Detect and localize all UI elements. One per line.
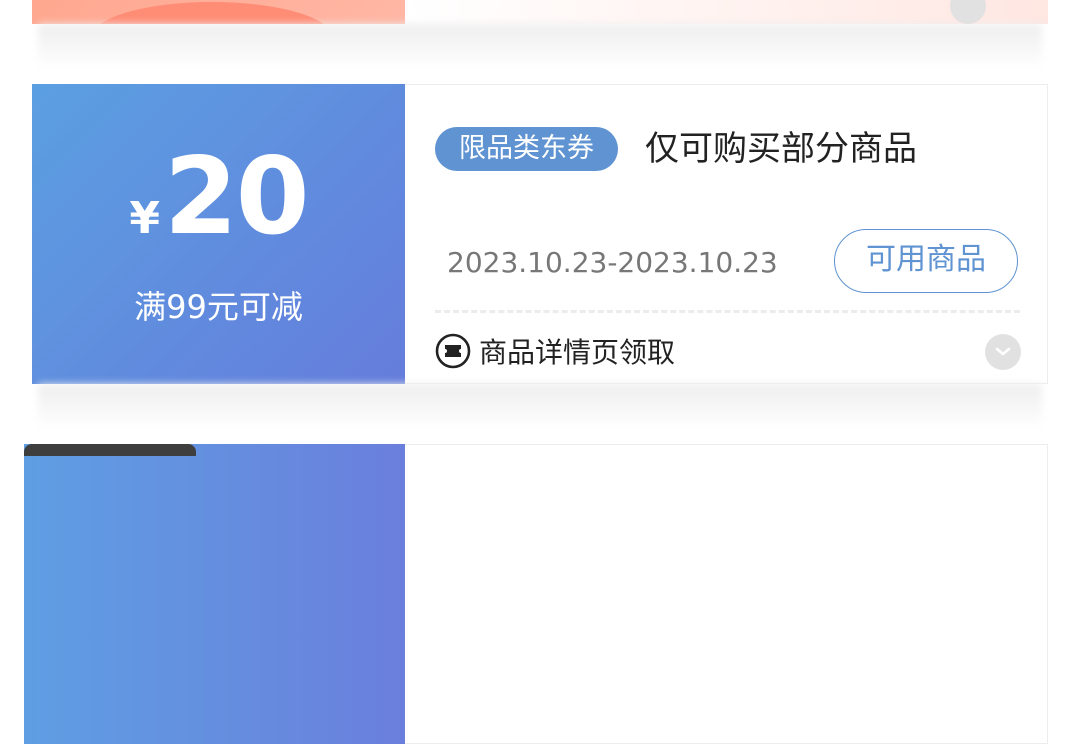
currency-symbol: ¥: [129, 193, 161, 244]
coupon-shadow: [38, 384, 1042, 430]
chevron-down-icon: [995, 347, 1011, 356]
expand-button[interactable]: [985, 334, 1021, 370]
coupon-source: 商品详情页领取: [435, 330, 675, 372]
available-products-button[interactable]: 可用商品: [834, 229, 1018, 293]
coupon-title: 仅可购买部分商品: [645, 129, 917, 169]
amount-value: 20: [164, 135, 310, 258]
previous-coupon-source-row: [405, 0, 825, 8]
source-text: 商品详情页领取: [479, 336, 676, 369]
coupon-next-details-panel: [405, 444, 1048, 744]
coupon-next-value-panel: [24, 444, 405, 744]
dashed-divider: [435, 310, 1020, 313]
coupon-condition: 满99元可减: [134, 288, 303, 326]
ticket-icon: [435, 333, 471, 369]
coupon-category-tag: 限品类东券: [435, 127, 618, 171]
coupon-details-panel: 限品类东券 仅可购买部分商品 2023.10.23-2023.10.23 可用商…: [405, 84, 1048, 384]
coupon-amount: ¥20: [32, 144, 405, 250]
coupon-previous-value-panel: [32, 0, 405, 24]
coupon-card-next: [24, 444, 1048, 744]
coupon-badge: [24, 444, 196, 456]
coupon-date-range: 2023.10.23-2023.10.23: [447, 246, 778, 279]
decorative-blob: [92, 2, 332, 24]
coupon-card: ¥20 满99元可减 限品类东券 仅可购买部分商品 2023.10.23-202…: [32, 84, 1048, 430]
coupon-value-panel: ¥20 满99元可减: [32, 84, 405, 384]
coupon-shadow: [38, 24, 1042, 70]
